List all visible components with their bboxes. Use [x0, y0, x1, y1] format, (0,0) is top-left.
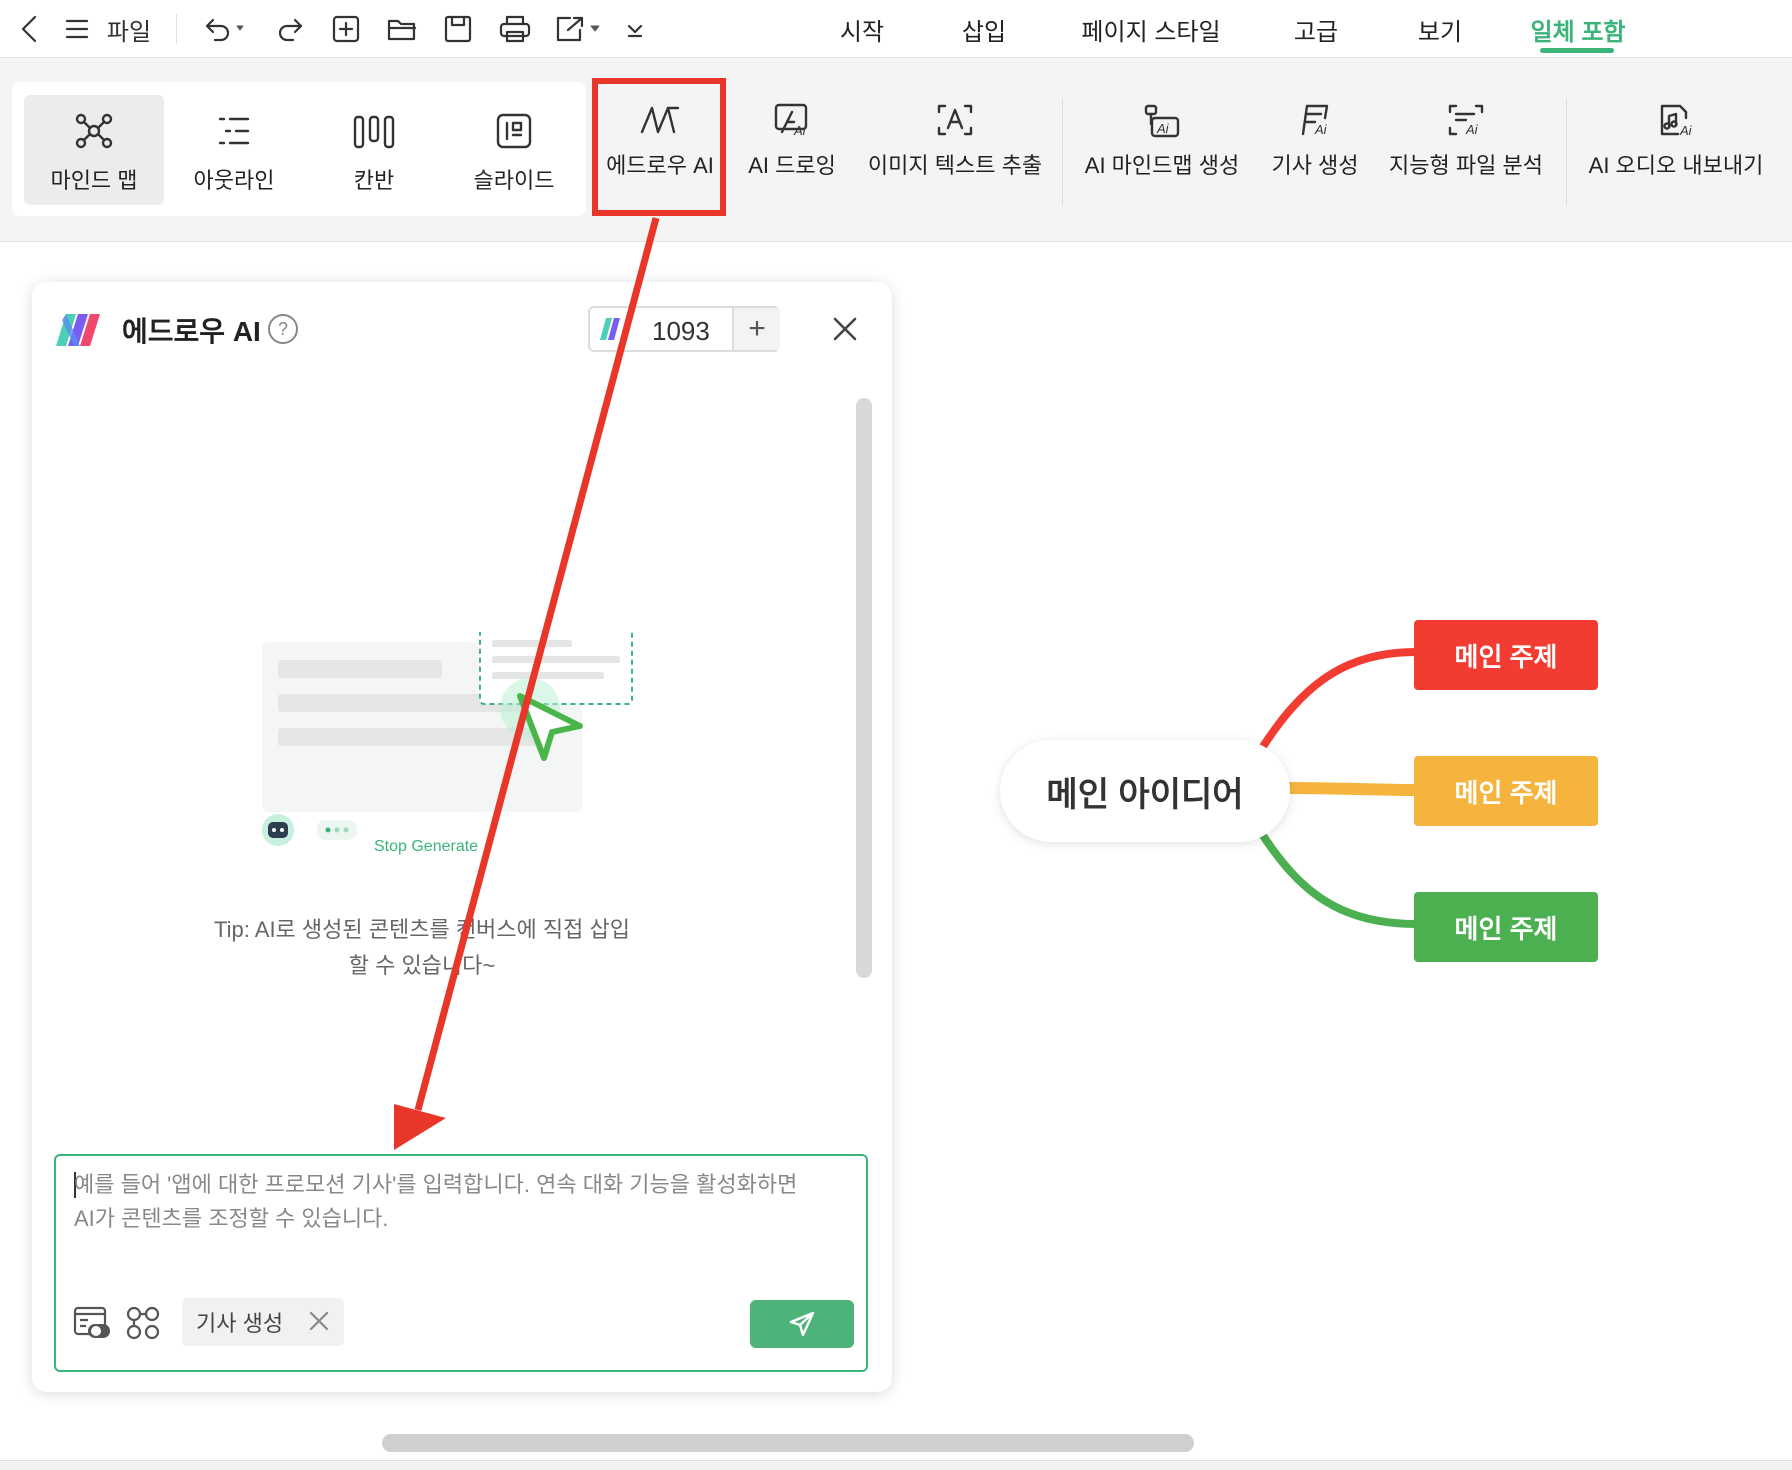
close-icon[interactable]: [830, 314, 860, 344]
prompt-input[interactable]: 예를 들어 '앱에 대한 프로모션 기사'를 입력합니다. 연속 대화 기능을 …: [54, 1154, 868, 1372]
connector-middle: [1285, 782, 1417, 796]
help-icon[interactable]: ?: [268, 314, 298, 344]
main-topic-node[interactable]: 메인 주제: [1414, 892, 1598, 962]
send-icon: [789, 1311, 815, 1337]
stop-generate-label: Stop Generate: [374, 838, 479, 855]
annotation-highlight-box: [592, 78, 726, 216]
credit-counter: 1093 +: [588, 306, 780, 352]
main-topic-node[interactable]: 메인 주제: [1414, 620, 1598, 690]
credit-count: 1093: [652, 316, 710, 346]
continuous-chat-toggle-icon[interactable]: [72, 1302, 112, 1342]
connector-top: [1258, 648, 1417, 751]
panel-scrollbar[interactable]: [856, 398, 872, 978]
tip-text: Tip: AI로 생성된 콘텐츠를 캔버스에 직접 삽입 할 수 있습니다~: [214, 917, 630, 978]
tag-label: 기사 생성: [196, 1311, 284, 1336]
edraw-ai-panel: 에드로우 AI ? 1093 + Stop Generate Tip: AI로 …: [32, 282, 892, 1392]
send-button[interactable]: [750, 1300, 854, 1348]
article-generation-tag: 기사 생성: [182, 1298, 344, 1346]
main-topic-node[interactable]: 메인 주제: [1414, 756, 1598, 826]
add-credits-button[interactable]: +: [732, 308, 780, 350]
remove-tag-icon[interactable]: [306, 1308, 332, 1334]
canvas-horizontal-scrollbar[interactable]: [382, 1434, 1194, 1452]
panel-title: 에드로우 AI: [122, 316, 261, 347]
credit-logo-icon: [600, 318, 620, 340]
edraw-ai-logo-icon: [56, 314, 100, 346]
central-idea-node[interactable]: 메인 아이디어: [1000, 740, 1290, 842]
connector-bottom: [1258, 831, 1417, 928]
status-bar: [0, 1460, 1792, 1470]
prompt-placeholder: 예를 들어 '앱에 대한 프로모션 기사'를 입력합니다. 연속 대화 기능을 …: [74, 1172, 798, 1231]
connections-icon[interactable]: [124, 1302, 164, 1342]
